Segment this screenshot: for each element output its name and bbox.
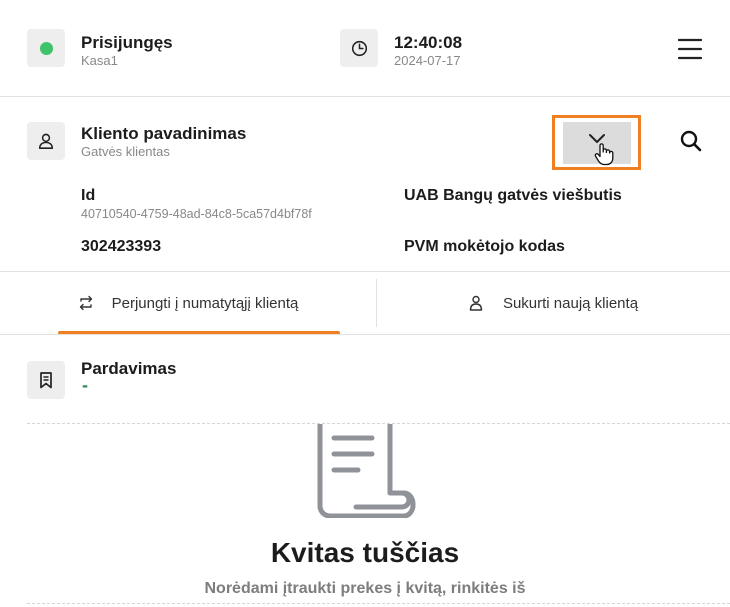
tabs-divider <box>0 334 730 335</box>
client-icon-box <box>27 122 65 160</box>
user-icon <box>38 133 54 149</box>
receipt-icon <box>317 424 416 518</box>
status-indicator <box>27 29 65 67</box>
vat-code-label: PVM mokėtojo kodas <box>404 238 565 255</box>
add-user-icon <box>469 295 483 311</box>
sale-label: Pardavimas <box>81 359 177 378</box>
search-button[interactable] <box>678 128 704 154</box>
register-name: Kasa1 <box>81 53 118 68</box>
empty-receipt-subtitle: Norėdami įtraukti prekes į kvitą, rinkit… <box>204 580 526 597</box>
hamburger-menu-icon <box>677 38 703 60</box>
client-id-value: 40710540-4759-48ad-84c8-5ca57d4bf78f <box>81 207 312 221</box>
status-label: Prisijungęs <box>81 33 173 52</box>
expand-client-button[interactable] <box>563 122 631 166</box>
clock-icon <box>351 40 367 56</box>
tab-create-label: Sukurti naują klientą <box>502 294 639 312</box>
tab-switch-default-client[interactable]: Perjungti į numatytąjį klientą <box>0 272 376 334</box>
hand-cursor-icon <box>594 143 614 166</box>
bottom-divider <box>27 603 730 604</box>
header-divider <box>0 96 730 97</box>
clock-icon-box <box>340 29 378 67</box>
client-code: 302423393 <box>81 238 162 255</box>
online-dot-icon <box>39 41 53 55</box>
clock-date: 2024-07-17 <box>394 53 461 68</box>
switch-arrows-icon <box>79 295 92 311</box>
client-name-label: Kliento pavadinimas <box>81 124 247 143</box>
search-icon <box>680 130 702 152</box>
sale-icon-box <box>27 361 65 399</box>
menu-button[interactable] <box>672 34 708 64</box>
client-name-value: Gatvės klientas <box>81 144 170 159</box>
empty-receipt-title: Kvitas tuščias <box>270 537 460 568</box>
client-id-label: Id <box>81 187 96 204</box>
tab-switch-label: Perjungti į numatytąjį klientą <box>111 294 299 312</box>
sale-value: - <box>82 375 88 395</box>
highlight-frame <box>552 115 641 170</box>
tab-create-new-client[interactable]: Sukurti naują klientą <box>377 272 730 334</box>
bookmark-icon <box>40 372 52 389</box>
clock-time: 12:40:08 <box>394 33 463 52</box>
client-company: UAB Bangų gatvės viešbutis <box>404 187 622 204</box>
